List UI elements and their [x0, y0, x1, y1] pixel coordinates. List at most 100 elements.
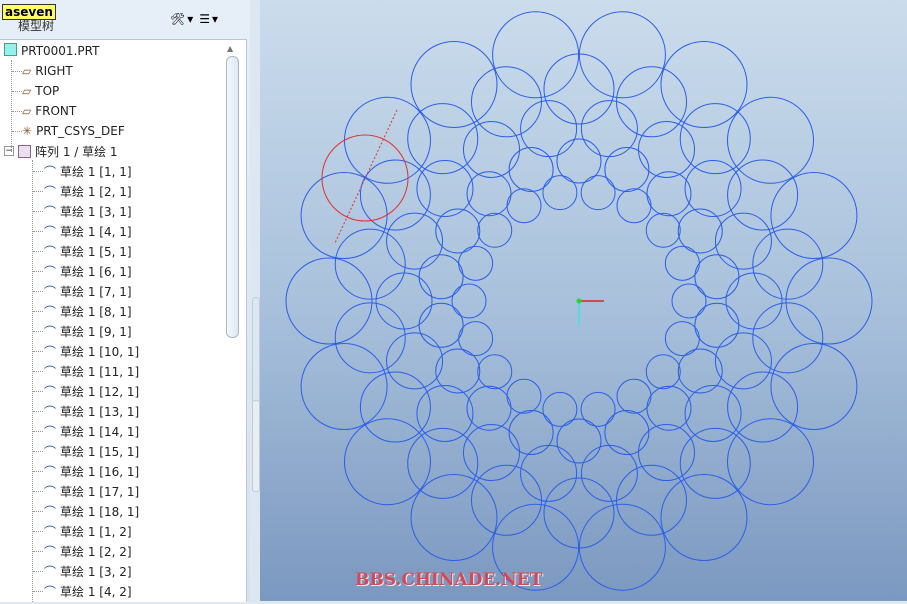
sketch-icon: ⌒: [44, 404, 57, 419]
show-button[interactable]: ☰ ▾: [199, 12, 218, 26]
sketch-circle: [580, 175, 616, 211]
tree-item-pattern[interactable]: − 阵列 1 / 草绘 1: [4, 141, 118, 161]
splitter-grip[interactable]: [252, 400, 260, 492]
sketch-icon: ⌒: [44, 584, 57, 599]
sketch-circle: [578, 11, 666, 99]
tree-item[interactable]: ▱ TOP: [22, 81, 59, 101]
tree-item-label: 草绘 1 [6, 1]: [60, 264, 132, 279]
sketch-circle: [477, 354, 513, 390]
sketch-icon: ⌒: [44, 464, 57, 479]
splitter-grip[interactable]: [252, 297, 260, 409]
tree-item[interactable]: ⌒ 草绘 1 [1, 2]: [44, 521, 132, 541]
sketch-circle: [770, 171, 858, 259]
tree-item[interactable]: ⌒ 草绘 1 [2, 1]: [44, 181, 132, 201]
tree-item[interactable]: ▱ RIGHT: [22, 61, 73, 81]
sketch-circle: [727, 96, 815, 184]
sketch-circle: [556, 418, 602, 464]
tree-scrollbar[interactable]: ▲: [223, 39, 241, 601]
tree-item[interactable]: ▱ FRONT: [22, 101, 76, 121]
sketch-circle: [466, 171, 512, 217]
sketch-circle: [359, 371, 431, 443]
tree-item[interactable]: ⌒ 草绘 1 [11, 1]: [44, 361, 139, 381]
graphics-viewport[interactable]: [260, 0, 907, 601]
sketch-circle: [375, 272, 433, 330]
tree-item-label: 草绘 1 [1, 2]: [60, 524, 132, 539]
sketch-circle: [508, 146, 554, 192]
tree-item[interactable]: ⌒ 草绘 1 [4, 1]: [44, 221, 132, 241]
tree-item[interactable]: ⌒ 草绘 1 [15, 1]: [44, 441, 139, 461]
sketch-icon: ⌒: [44, 424, 57, 439]
sketch-circle: [343, 96, 431, 184]
sketch-circle: [645, 354, 681, 390]
tree-item[interactable]: ⌒ 草绘 1 [7, 1]: [44, 281, 132, 301]
sketch-canvas[interactable]: [260, 0, 907, 601]
sketch-icon: ⌒: [44, 504, 57, 519]
sketch-circle: [604, 410, 650, 456]
sketch-icon: ⌒: [44, 484, 57, 499]
tree-item-label: 草绘 1 [4, 2]: [60, 584, 132, 599]
construction-line: [334, 109, 398, 244]
tree-item[interactable]: ⌒ 草绘 1 [14, 1]: [44, 421, 139, 441]
tree-item-label: 草绘 1 [4, 1]: [60, 224, 132, 239]
tree-item[interactable]: ⌒ 草绘 1 [17, 1]: [44, 481, 139, 501]
sketch-circle: [463, 120, 520, 178]
watermark: BBS.CHINADE.NET: [355, 570, 543, 590]
settings-button[interactable]: 🛠 ▾: [170, 12, 193, 26]
tree-item-label: RIGHT: [35, 64, 73, 78]
tree-item-label: 阵列 1 / 草绘 1: [35, 144, 118, 159]
tree-item[interactable]: ⌒ 草绘 1 [16, 1]: [44, 461, 139, 481]
tree-item[interactable]: ⌒ 草绘 1 [3, 1]: [44, 201, 132, 221]
sketch-circle: [578, 503, 666, 591]
sketch-circle: [646, 385, 692, 431]
tree-item[interactable]: ⌒ 草绘 1 [13, 1]: [44, 401, 139, 421]
sketch-icon: ⌒: [44, 224, 57, 239]
tree-item[interactable]: ✳ PRT_CSYS_DEF: [22, 121, 125, 141]
tree-item[interactable]: ⌒ 草绘 1 [18, 1]: [44, 501, 139, 521]
tree-item[interactable]: ⌒ 草绘 1 [5, 1]: [44, 241, 132, 261]
sketch-circle: [556, 138, 602, 184]
sketch-circle: [616, 378, 652, 414]
sketch-circle: [300, 343, 388, 431]
sketch-circle: [645, 212, 681, 248]
sketch-circle: [477, 212, 513, 248]
tree-item[interactable]: ⌒ 草绘 1 [2, 2]: [44, 541, 132, 561]
tree-item[interactable]: ⌒ 草绘 1 [3, 2]: [44, 561, 132, 581]
collapse-icon[interactable]: −: [4, 146, 14, 156]
scrollbar-thumb[interactable]: [226, 56, 239, 338]
sketch-circle: [407, 427, 479, 499]
sketch-circle: [725, 272, 783, 330]
sketch-icon: ⌒: [44, 164, 57, 179]
sketch-circle: [418, 302, 464, 348]
tree-item[interactable]: ⌒ 草绘 1 [8, 1]: [44, 301, 132, 321]
model-tree-panel: aseven 模型树 🛠 ▾ ☰ ▾ PRT0001.PRT ▱ RIGHT ▱ TOP ▱ F…: [0, 0, 250, 602]
tree-item-label: 草绘 1 [3, 1]: [60, 204, 132, 219]
panel-splitter[interactable]: [250, 0, 260, 601]
sketch-circle: [694, 302, 740, 348]
tree-item[interactable]: ⌒ 草绘 1 [10, 1]: [44, 341, 139, 361]
sketch-circle: [679, 427, 751, 499]
tree-item-label: 草绘 1 [18, 1]: [60, 504, 140, 519]
tree-item-label: 草绘 1 [7, 1]: [60, 284, 132, 299]
sketch-circle: [770, 343, 858, 431]
tree-item-label: 草绘 1 [11, 1]: [60, 364, 140, 379]
tree-item[interactable]: ⌒ 草绘 1 [12, 1]: [44, 381, 139, 401]
sketch-icon: ⌒: [44, 384, 57, 399]
sketch-icon: ⌒: [44, 244, 57, 259]
sketch-circle: [714, 332, 772, 390]
tree-item[interactable]: ⌒ 草绘 1 [4, 2]: [44, 581, 132, 601]
tree-item[interactable]: ⌒ 草绘 1 [9, 1]: [44, 321, 132, 341]
part-icon: [4, 43, 17, 59]
sketch-circle: [386, 332, 444, 390]
scroll-up-icon[interactable]: ▲: [227, 44, 233, 53]
tree-item[interactable]: ⌒ 草绘 1 [6, 1]: [44, 261, 132, 281]
sketch-icon: ⌒: [44, 284, 57, 299]
tree-item[interactable]: ⌒ 草绘 1 [1, 1]: [44, 161, 132, 181]
sketch-circle: [664, 321, 700, 357]
sketch-icon: ⌒: [44, 324, 57, 339]
tree-item-label: 草绘 1 [2, 1]: [60, 184, 132, 199]
model-tree: PRT0001.PRT ▱ RIGHT ▱ TOP ▱ FRONT ✳ PRT_CSYS_DEF…: [0, 39, 247, 602]
datum-plane-icon: ▱: [22, 104, 32, 118]
sketch-icon: ⌒: [44, 264, 57, 279]
tree-item[interactable]: PRT0001.PRT: [4, 41, 99, 61]
sketch-circle: [506, 188, 542, 224]
